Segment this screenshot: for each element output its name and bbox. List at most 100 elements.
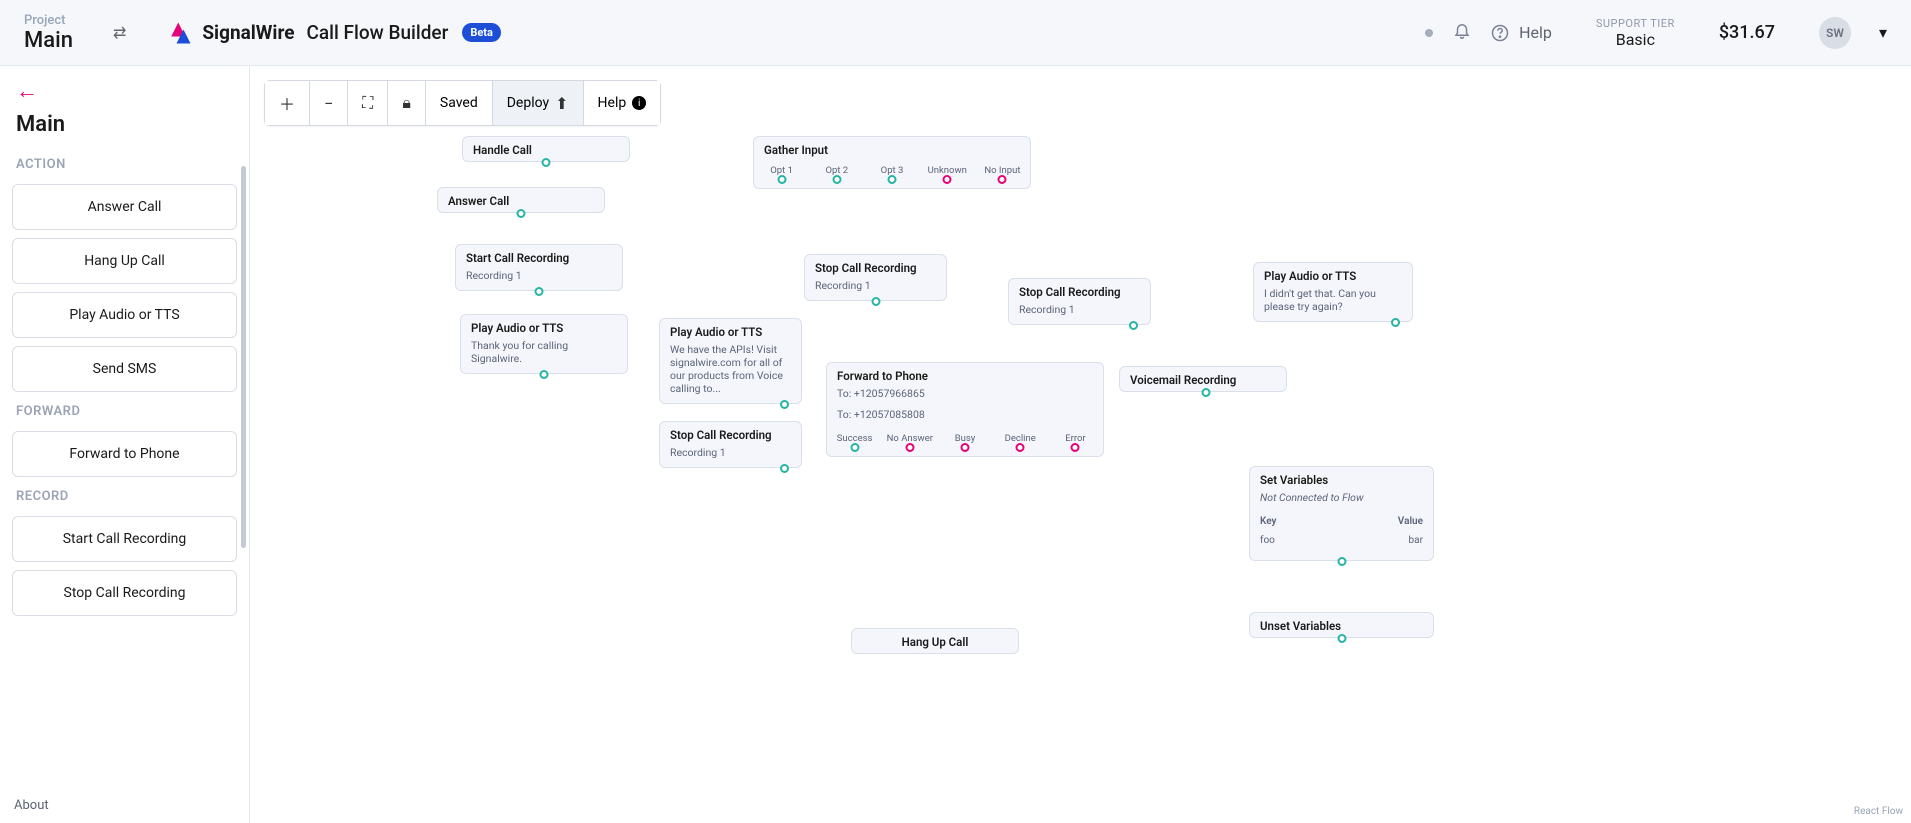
node-handle-call[interactable]: Handle Call — [462, 136, 630, 162]
port-unknown[interactable]: Unknown — [920, 161, 975, 178]
port-opt3[interactable]: Opt 3 — [864, 161, 919, 178]
port-busy[interactable]: Busy — [937, 429, 992, 446]
node-set-variables[interactable]: Set Variables Not Connected to Flow KeyV… — [1249, 466, 1434, 561]
beta-badge: Beta — [462, 23, 501, 42]
project-label: Project — [24, 13, 73, 28]
palette-start-recording[interactable]: Start Call Recording — [12, 516, 237, 562]
palette-play-audio[interactable]: Play Audio or TTS — [12, 292, 237, 338]
node-stop-rec-c[interactable]: Stop Call Recording Recording 1 — [1008, 278, 1151, 325]
palette-hang-up-call[interactable]: Hang Up Call — [12, 238, 237, 284]
port-noanswer[interactable]: No Answer — [882, 429, 937, 446]
about-link[interactable]: About — [0, 788, 249, 823]
account-balance[interactable]: $31.67 — [1719, 22, 1775, 43]
node-play-retry[interactable]: Play Audio or TTS I didn't get that. Can… — [1253, 262, 1413, 322]
zoom-in-button[interactable]: ＋ — [265, 81, 310, 125]
zoom-out-button[interactable]: − — [310, 81, 348, 125]
forward-line1: To: +12057966865 — [827, 387, 1103, 408]
node-title: Stop Call Recording — [1009, 279, 1150, 303]
minus-icon: − — [324, 94, 333, 113]
sidebar: ← Main ACTION Answer Call Hang Up Call P… — [0, 66, 250, 823]
flow-canvas[interactable]: ＋ − ⛶ 🔒︎ Saved Deploy⬆︎ Helpi — [250, 66, 1911, 823]
port-success[interactable]: Success — [827, 429, 882, 446]
node-title: Gather Input — [754, 137, 1030, 161]
node-sub: Recording 1 — [1009, 303, 1150, 324]
back-arrow-icon[interactable]: ← — [0, 66, 249, 108]
node-answer-call[interactable]: Answer Call — [437, 187, 605, 213]
brand-logo-icon — [166, 19, 194, 47]
node-forward-phone[interactable]: Forward to Phone To: +12057966865 To: +1… — [826, 362, 1104, 457]
port-opt2[interactable]: Opt 2 — [809, 161, 864, 178]
kv-head-key: Key — [1260, 516, 1398, 527]
node-title: Play Audio or TTS — [1254, 263, 1412, 287]
palette-send-sms[interactable]: Send SMS — [12, 346, 237, 392]
port-error[interactable]: Error — [1048, 429, 1103, 446]
node-title: Forward to Phone — [827, 363, 1103, 387]
node-title: Play Audio or TTS — [461, 315, 627, 339]
node-title: Play Audio or TTS — [660, 319, 801, 343]
project-selector[interactable]: Project Main — [24, 13, 73, 53]
node-hang-up[interactable]: Hang Up Call — [851, 628, 1019, 654]
section-forward: FORWARD — [0, 396, 249, 427]
node-sub: Not Connected to Flow — [1250, 491, 1433, 512]
avatar[interactable]: SW — [1819, 17, 1851, 49]
node-stop-rec-a[interactable]: Stop Call Recording Recording 1 — [659, 421, 802, 468]
section-record: RECORD — [0, 481, 249, 512]
saved-status[interactable]: Saved — [426, 81, 493, 125]
node-sub: I didn't get that. Can you please try ag… — [1254, 287, 1412, 321]
project-name: Main — [24, 28, 73, 53]
palette-answer-call[interactable]: Answer Call — [12, 184, 237, 230]
deploy-button[interactable]: Deploy⬆︎ — [493, 81, 584, 125]
node-stop-rec-b[interactable]: Stop Call Recording Recording 1 — [804, 254, 947, 301]
port-decline[interactable]: Decline — [993, 429, 1048, 446]
brand: SignalWire Call Flow Builder Beta — [166, 19, 501, 47]
brand-sub: Call Flow Builder — [306, 21, 448, 44]
kv-head-value: Value — [1398, 516, 1423, 527]
node-voicemail[interactable]: Voicemail Recording — [1119, 366, 1287, 392]
kv-key: foo — [1260, 535, 1409, 546]
tier-label: SUPPORT TIER — [1596, 17, 1675, 30]
port-opt1[interactable]: Opt 1 — [754, 161, 809, 178]
bell-icon[interactable] — [1453, 21, 1471, 44]
port-row: Success No Answer Busy Decline Error — [827, 429, 1103, 446]
node-start-recording[interactable]: Start Call Recording Recording 1 — [455, 244, 623, 291]
swap-icon[interactable]: ⇄ — [113, 23, 126, 42]
node-title: Hang Up Call — [852, 629, 1018, 653]
help-button[interactable]: Helpi — [584, 81, 661, 125]
node-title: Voicemail Recording — [1120, 367, 1286, 391]
sidebar-scrollbar[interactable] — [241, 166, 246, 803]
flow-title: Main — [0, 108, 249, 149]
kv-value: bar — [1409, 535, 1423, 546]
port-row: Opt 1 Opt 2 Opt 3 Unknown No Input — [754, 161, 1030, 178]
help-btn-label: Help — [598, 95, 627, 111]
header-actions: Help SUPPORT TIER Basic $31.67 SW ▾ — [1425, 17, 1887, 49]
help-icon[interactable]: Help — [1491, 23, 1552, 42]
app-header: Project Main ⇄ SignalWire Call Flow Buil… — [0, 0, 1911, 66]
node-title: Stop Call Recording — [805, 255, 946, 279]
node-unset-variables[interactable]: Unset Variables — [1249, 612, 1434, 638]
node-title: Set Variables — [1250, 467, 1433, 491]
expand-icon: ⛶ — [362, 93, 373, 113]
lock-button[interactable]: 🔒︎ — [388, 81, 426, 125]
node-sub: Recording 1 — [660, 446, 801, 467]
palette-stop-recording[interactable]: Stop Call Recording — [12, 570, 237, 616]
node-play-apis[interactable]: Play Audio or TTS We have the APIs! Visi… — [659, 318, 802, 404]
react-flow-credit: React Flow — [1854, 806, 1903, 817]
node-play-thanks[interactable]: Play Audio or TTS Thank you for calling … — [460, 314, 628, 374]
brand-name: SignalWire — [202, 21, 294, 44]
canvas-toolbar: ＋ − ⛶ 🔒︎ Saved Deploy⬆︎ Helpi — [264, 80, 661, 126]
node-title: Start Call Recording — [456, 245, 622, 269]
lock-icon: 🔒︎ — [402, 93, 411, 113]
palette-forward-to-phone[interactable]: Forward to Phone — [12, 431, 237, 477]
node-sub: We have the APIs! Visit signalwire.com f… — [660, 343, 801, 403]
support-tier[interactable]: SUPPORT TIER Basic — [1596, 17, 1675, 49]
chevron-down-icon[interactable]: ▾ — [1879, 23, 1887, 42]
node-title: Stop Call Recording — [660, 422, 801, 446]
node-gather-input[interactable]: Gather Input Opt 1 Opt 2 Opt 3 Unknown N… — [753, 136, 1031, 189]
forward-line2: To: +12057085808 — [827, 408, 1103, 429]
upload-icon: ⬆︎ — [555, 94, 568, 113]
section-action: ACTION — [0, 149, 249, 180]
fit-view-button[interactable]: ⛶ — [348, 81, 388, 125]
port-noinput[interactable]: No Input — [975, 161, 1030, 178]
status-dot-icon — [1425, 29, 1433, 37]
plus-icon: ＋ — [279, 91, 295, 115]
